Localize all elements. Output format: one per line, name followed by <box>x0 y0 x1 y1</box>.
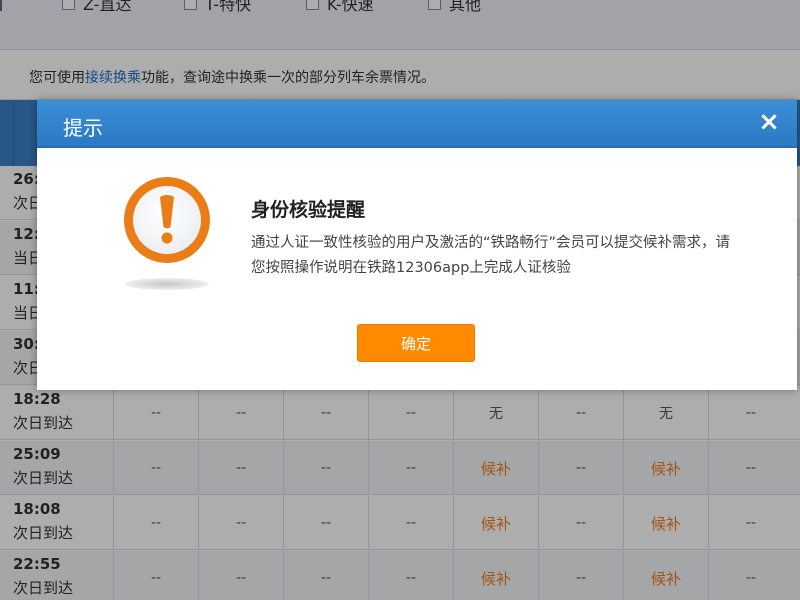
dialog-header: 提示 × <box>37 100 797 148</box>
dialog-heading: 身份核验提醒 <box>251 199 366 221</box>
exclamation-circle-icon <box>124 177 210 263</box>
identity-verification-dialog: 提示 × 身份核验提醒 通过人证一致性核验的用户及激活的“铁路畅行”会员可以提交… <box>37 100 797 390</box>
icon-shadow <box>125 278 209 290</box>
dialog-title: 提示 <box>63 116 103 140</box>
confirm-button[interactable]: 确定 <box>357 324 475 362</box>
dialog-message: 通过人证一致性核验的用户及激活的“铁路畅行”会员可以提交候补需求，请您按照操作说… <box>251 235 731 276</box>
close-icon[interactable]: × <box>757 108 781 136</box>
